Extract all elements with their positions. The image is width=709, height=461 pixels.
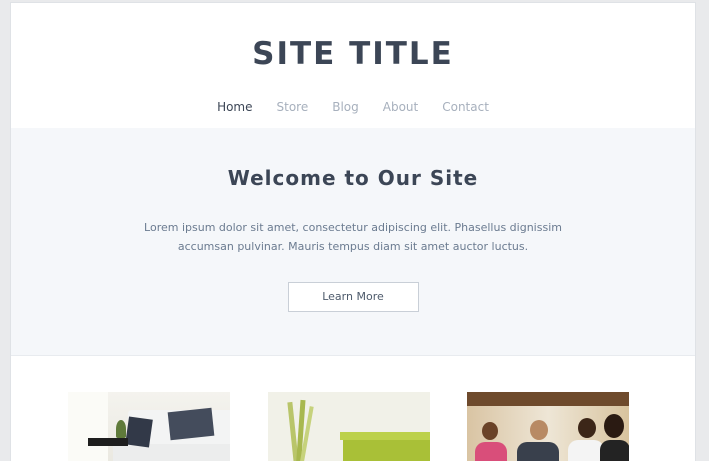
learn-more-button[interactable]: Learn More bbox=[287, 282, 419, 312]
website-page: SITE TITLE Home Store Blog About Contact… bbox=[10, 2, 696, 461]
window-shape bbox=[68, 392, 108, 461]
nav-blog[interactable]: Blog bbox=[332, 100, 359, 114]
nav-contact[interactable]: Contact bbox=[442, 100, 489, 114]
site-title[interactable]: SITE TITLE bbox=[11, 3, 695, 72]
site-header: SITE TITLE Home Store Blog About Contact bbox=[11, 3, 695, 128]
nav-about[interactable]: About bbox=[383, 100, 418, 114]
person-head-shape bbox=[482, 422, 498, 440]
person-head-shape bbox=[604, 414, 624, 438]
person-shape bbox=[475, 442, 507, 461]
person-shape bbox=[517, 442, 559, 461]
features-section bbox=[11, 356, 695, 461]
person-head-shape bbox=[530, 420, 548, 440]
plant-shape bbox=[116, 420, 126, 438]
green-chair-top-shape bbox=[340, 432, 430, 440]
living-room-image[interactable] bbox=[68, 392, 230, 461]
person-shape bbox=[568, 440, 604, 461]
hero-description-line1: Lorem ipsum dolor sit amet, consectetur … bbox=[144, 221, 562, 234]
person-shape bbox=[600, 440, 629, 461]
hero-description-line2: accumsan pulvinar. Mauris tempus diam si… bbox=[177, 240, 529, 253]
nav-home[interactable]: Home bbox=[217, 100, 252, 114]
main-nav: Home Store Blog About Contact bbox=[11, 100, 695, 114]
hero-title: Welcome to Our Site bbox=[227, 166, 479, 190]
green-interior-image[interactable] bbox=[268, 392, 430, 461]
hero-description: Lorem ipsum dolor sit amet, consectetur … bbox=[133, 218, 573, 256]
shelf-shape bbox=[467, 392, 629, 406]
pillow-shape bbox=[167, 407, 215, 441]
pillow-shape bbox=[125, 416, 153, 448]
side-table-shape bbox=[88, 438, 128, 446]
nav-store[interactable]: Store bbox=[277, 100, 309, 114]
hero-section: Welcome to Our Site Lorem ipsum dolor si… bbox=[11, 128, 695, 356]
sofa-base-shape bbox=[113, 444, 230, 461]
team-meeting-image[interactable] bbox=[467, 392, 629, 461]
person-head-shape bbox=[578, 418, 596, 438]
